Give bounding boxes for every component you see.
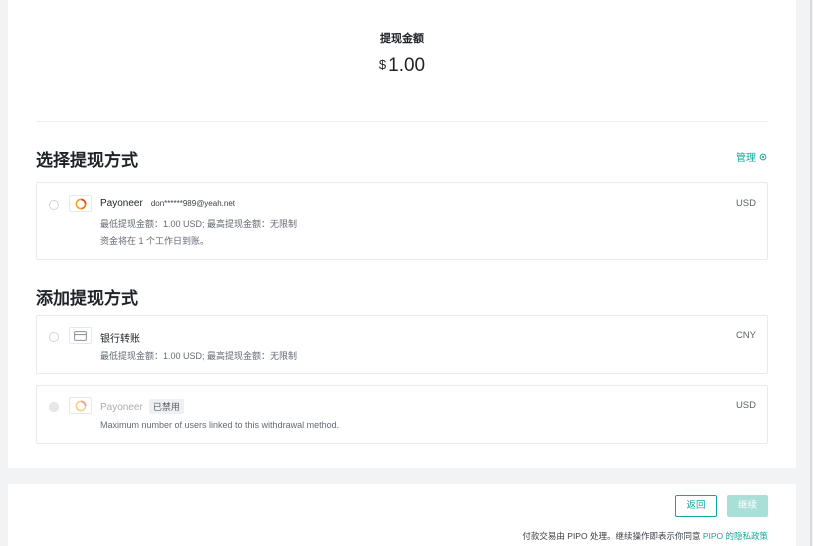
back-button[interactable]: 返回 <box>675 495 717 517</box>
saved-method-payoneer[interactable]: Payoneer don******989@yeah.net 最低提现金额：1.0… <box>36 182 768 260</box>
payoneer-logo <box>69 397 92 414</box>
method-name: Payoneer don******989@yeah.net <box>100 198 235 209</box>
method-currency: CNY <box>735 330 756 341</box>
method-name-text: Payoneer <box>100 402 143 413</box>
withdraw-card: 提现金额 $1.00 选择提现方式 管理 Payoneer don******98… <box>8 0 796 468</box>
select-method-title: 选择提现方式 <box>36 151 138 170</box>
method-radio[interactable] <box>49 332 59 342</box>
scrollbar[interactable] <box>810 0 812 546</box>
method-name-text: Payoneer <box>100 198 143 209</box>
gear-icon <box>759 153 767 160</box>
method-limits: 最低提现金额：1.00 USD; 最高提现金额：无限制 <box>100 219 298 229</box>
method-name: 银行转账 <box>100 334 140 345</box>
method-radio[interactable] <box>49 200 59 210</box>
bank-card-icon <box>74 330 87 341</box>
method-limits: 最低提现金额：1.00 USD; 最高提现金额：无限制 <box>100 351 298 361</box>
payoneer-ring-icon <box>75 198 86 209</box>
terms-prefix: 付款交易由 PIPO 处理。继续操作即表示你同意 <box>522 531 703 541</box>
manage-label: 管理 <box>736 153 756 164</box>
add-method-title: 添加提现方式 <box>36 289 138 308</box>
amount-number: 1.00 <box>388 55 426 76</box>
method-account: don******989@yeah.net <box>150 199 235 208</box>
privacy-policy-link[interactable]: PIPO 的隐私政策 <box>703 531 768 541</box>
method-name: Payoneer 已禁用 <box>100 399 184 414</box>
method-currency: USD <box>735 400 756 411</box>
add-method-payoneer-disabled: Payoneer 已禁用 Maximum number of users link… <box>36 385 768 444</box>
divider <box>36 121 768 122</box>
amount-label: 提现金额 <box>380 33 424 45</box>
method-note: Maximum number of users linked to this w… <box>100 420 340 430</box>
bank-card-logo <box>69 327 92 344</box>
footer-bar: 返回 继续 付款交易由 PIPO 处理。继续操作即表示你同意 PIPO 的隐私政… <box>8 484 796 546</box>
manage-link[interactable]: 管理 <box>736 149 767 164</box>
continue-button[interactable]: 继续 <box>727 495 768 517</box>
currency-symbol: $ <box>378 57 387 72</box>
method-arrival: 资金将在 1 个工作日到账。 <box>100 236 210 246</box>
terms-text: 付款交易由 PIPO 处理。继续操作即表示你同意 PIPO 的隐私政策 <box>522 530 768 542</box>
method-currency: USD <box>735 198 756 209</box>
disabled-badge: 已禁用 <box>148 399 184 414</box>
payoneer-ring-icon <box>75 400 86 411</box>
amount-value: $1.00 <box>8 55 796 77</box>
payoneer-logo <box>69 195 92 212</box>
add-method-bank-transfer[interactable]: 银行转账 最低提现金额：1.00 USD; 最高提现金额：无限制 CNY <box>36 315 768 374</box>
method-radio-disabled <box>49 402 59 412</box>
